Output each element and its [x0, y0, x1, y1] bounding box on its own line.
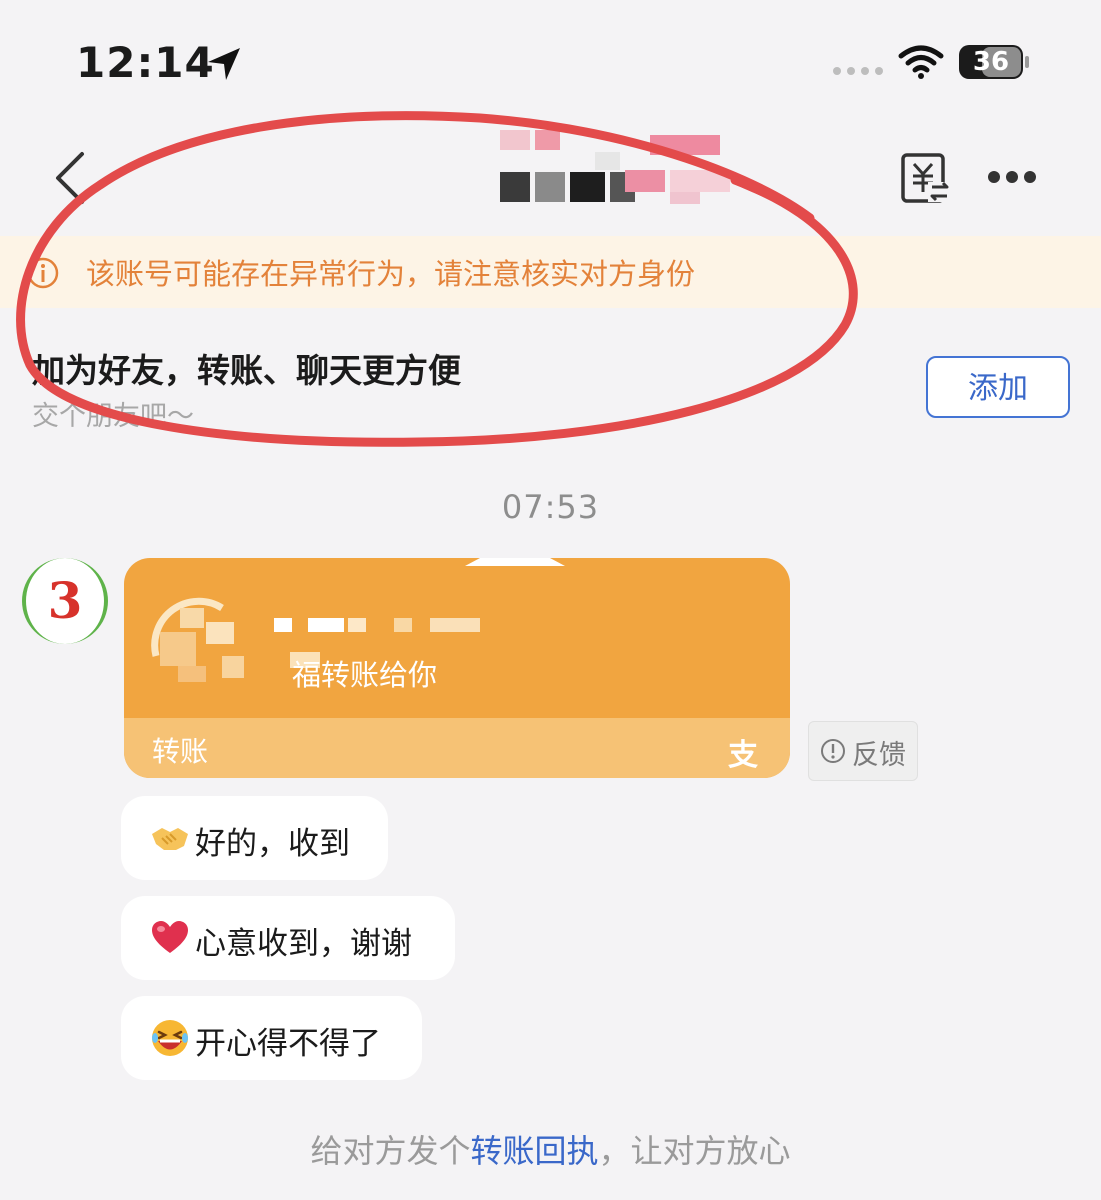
- prompt-prefix: 给对方发个: [310, 1132, 471, 1170]
- status-time: 12:14: [76, 38, 215, 87]
- alipay-icon: 支: [728, 738, 758, 773]
- prompt-suffix: ，让对方放心: [598, 1132, 791, 1170]
- warning-text: 该账号可能存在异常行为，请注意核实对方身份: [86, 257, 696, 291]
- chevron-left-icon[interactable]: [50, 150, 90, 206]
- card-notch: [465, 558, 565, 566]
- message-text: 心意收到，谢谢: [195, 926, 412, 962]
- message-timestamp: 07:53: [501, 488, 600, 526]
- yuan-transfer-icon[interactable]: [900, 152, 950, 204]
- wifi-icon: [898, 45, 944, 79]
- heart-emoji: [152, 921, 188, 953]
- feedback-label: 反馈: [852, 740, 906, 771]
- add-friend-subtitle: 交个朋友吧～: [32, 401, 194, 432]
- signal-dots-icon: [833, 67, 883, 75]
- message-text: 好的，收到: [195, 826, 350, 862]
- location-arrow-icon: [208, 48, 240, 80]
- contact-name-pixelated: [500, 130, 730, 204]
- transfer-card-footer: [124, 718, 790, 778]
- message-text: 开心得不得了: [195, 1026, 381, 1062]
- handshake-emoji: [152, 828, 188, 850]
- battery-level: 36: [972, 47, 1010, 77]
- add-friend-button[interactable]: 添加: [926, 356, 1070, 418]
- info-circle-icon: [821, 739, 845, 763]
- transfer-receipt-prompt: 给对方发个转账回执，让对方放心: [0, 1126, 1101, 1172]
- transfer-receipt-link[interactable]: 转账回执: [470, 1132, 598, 1170]
- info-circle-icon: [27, 257, 59, 289]
- laughing-emoji: [152, 1020, 188, 1056]
- transfer-label: 转账: [152, 735, 209, 768]
- more-icon[interactable]: [986, 168, 1038, 186]
- add-friend-title: 加为好友，转账、聊天更方便: [32, 351, 461, 390]
- transfer-subtitle: 福转账给你: [292, 658, 438, 692]
- avatar-text: 3: [47, 571, 83, 630]
